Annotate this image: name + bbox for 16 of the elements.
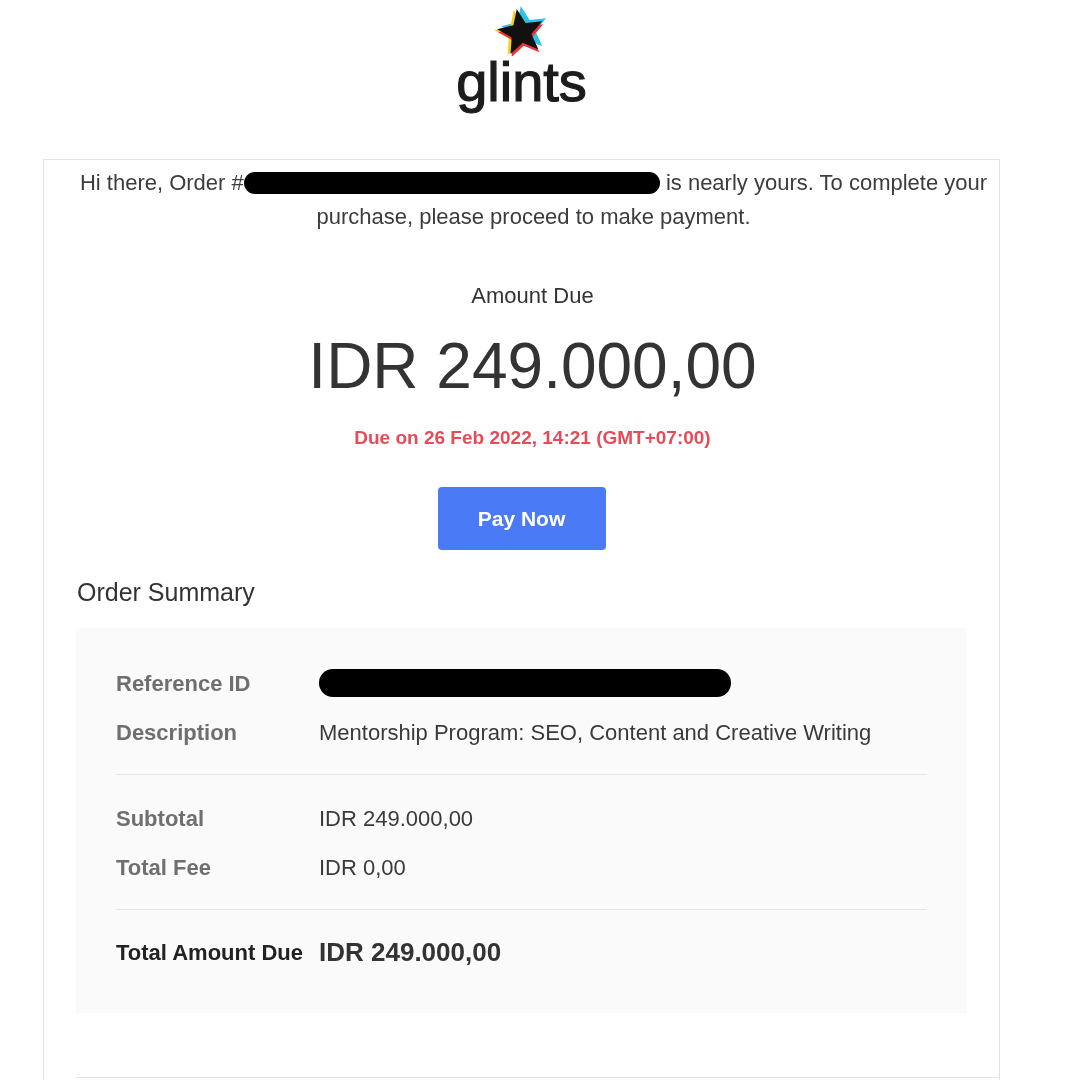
summary-label: Subtotal bbox=[116, 805, 204, 831]
summary-value: IDR 249.000,00 bbox=[319, 935, 502, 969]
amount-due-label: Amount Due bbox=[471, 282, 594, 310]
pay-now-button[interactable]: Pay Now bbox=[437, 487, 606, 550]
summary-label: Total Amount Due bbox=[116, 939, 303, 965]
logo-wordmark: glints bbox=[455, 53, 588, 111]
order-summary-heading: Order Summary bbox=[77, 577, 255, 608]
summary-value: IDR 0,00 bbox=[319, 853, 406, 882]
summary-value: Mentorship Program: SEO, Content and Creative Writing bbox=[319, 718, 872, 747]
amount-due-value: IDR 249.000,00 bbox=[308, 330, 757, 402]
summary-label: Reference ID bbox=[116, 670, 251, 696]
summary-label: Total Fee bbox=[116, 854, 211, 880]
due-date-text: Due on 26 Feb 2022, 14:21 (GMT+07:00) bbox=[354, 426, 711, 450]
summary-label: Description bbox=[116, 719, 238, 745]
summary-value: IDR 249.000,00 bbox=[319, 804, 474, 833]
intro-message: Hi there, Order # is nearly yours. To complete your purchase, please proceed to make payment. bbox=[78, 169, 989, 231]
